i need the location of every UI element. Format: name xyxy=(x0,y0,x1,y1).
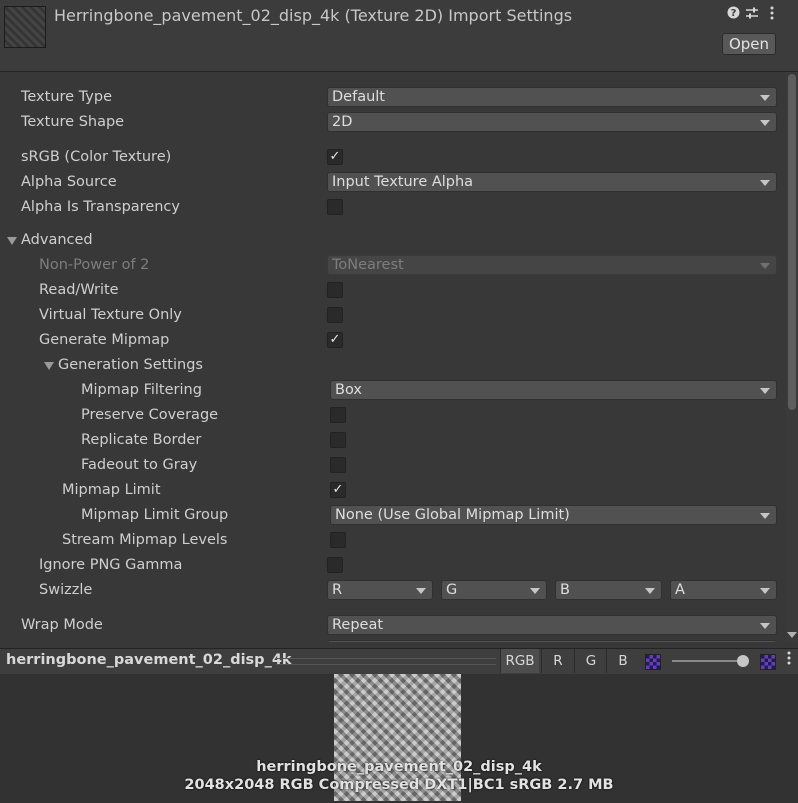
wrap-mode-dropdown[interactable]: Repeat xyxy=(327,615,777,635)
preset-sliders-icon[interactable] xyxy=(745,6,759,22)
scroll-down-arrow-icon[interactable] xyxy=(787,632,797,638)
kebab-menu-icon[interactable] xyxy=(765,6,779,22)
texture-shape-dropdown[interactable]: 2D xyxy=(327,112,777,132)
mipmap-limit-group-value: None (Use Global Mipmap Limit) xyxy=(335,507,570,523)
chevron-down-icon xyxy=(760,388,770,394)
channel-r-button[interactable]: R xyxy=(541,649,574,673)
swizzle-r-value: R xyxy=(332,582,343,598)
mipmap-filtering-label: Mipmap Filtering xyxy=(81,382,202,398)
mipmap-limit-checkbox[interactable]: ✓ xyxy=(330,482,346,498)
texture-thumbnail xyxy=(4,6,46,48)
mipmap-limit-group-dropdown[interactable]: None (Use Global Mipmap Limit) xyxy=(330,505,777,525)
chevron-down-icon xyxy=(760,95,770,101)
texture-type-value: Default xyxy=(332,89,385,105)
read-write-checkbox[interactable] xyxy=(327,282,343,298)
chevron-down-icon xyxy=(760,588,770,594)
mipmap-limit-group-label: Mipmap Limit Group xyxy=(81,507,229,523)
preview-kebab-menu-icon[interactable] xyxy=(786,651,792,669)
non-power-of-2-label: Non-Power of 2 xyxy=(39,257,150,273)
checkmark-icon: ✓ xyxy=(329,149,341,164)
advanced-foldout-label[interactable]: Advanced xyxy=(21,232,93,248)
chevron-down-icon xyxy=(645,588,655,594)
chevron-down-icon xyxy=(760,513,770,519)
preview-info-details: 2048x2048 RGB Compressed DXT1|BC1 sRGB 2… xyxy=(184,777,614,793)
help-icon[interactable]: ? xyxy=(726,6,740,22)
alpha-source-dropdown[interactable]: Input Texture Alpha xyxy=(327,172,777,192)
alpha-source-value: Input Texture Alpha xyxy=(332,174,474,190)
alpha-is-transparency-label: Alpha Is Transparency xyxy=(21,199,180,215)
scrollbar-thumb[interactable] xyxy=(788,74,796,410)
swizzle-g-value: G xyxy=(446,582,458,598)
mipmap-filtering-value: Box xyxy=(335,382,362,398)
swizzle-r-dropdown[interactable]: R xyxy=(327,580,433,600)
chevron-down-icon xyxy=(760,180,770,186)
resize-grip[interactable] xyxy=(276,658,496,665)
mip-level-slider-knob[interactable] xyxy=(737,655,749,667)
generation-settings-foldout-label[interactable]: Generation Settings xyxy=(58,357,203,373)
texture-type-label: Texture Type xyxy=(21,89,112,105)
texture-shape-value: 2D xyxy=(332,114,353,130)
ignore-png-gamma-label: Ignore PNG Gamma xyxy=(39,557,183,573)
wrap-mode-label: Wrap Mode xyxy=(21,617,103,633)
swizzle-a-dropdown[interactable]: A xyxy=(670,580,777,600)
non-power-of-2-value: ToNearest xyxy=(332,257,404,273)
swizzle-g-dropdown[interactable]: G xyxy=(441,580,547,600)
chevron-down-icon xyxy=(530,588,540,594)
preserve-coverage-checkbox[interactable] xyxy=(330,407,346,423)
advanced-foldout-arrow-icon[interactable] xyxy=(7,237,17,245)
virtual-texture-only-checkbox[interactable] xyxy=(327,307,343,323)
preview-info-name: herringbone_pavement_02_disp_4k xyxy=(256,759,542,775)
stream-mipmap-levels-checkbox[interactable] xyxy=(330,532,346,548)
swizzle-a-value: A xyxy=(675,582,685,598)
swizzle-b-value: B xyxy=(560,582,570,598)
generation-settings-foldout-arrow-icon[interactable] xyxy=(44,362,54,370)
swizzle-label: Swizzle xyxy=(39,582,93,598)
import-settings-panel: Texture Type Default Texture Shape 2D sR… xyxy=(0,72,786,642)
virtual-texture-only-label: Virtual Texture Only xyxy=(39,307,182,323)
channel-b-button[interactable]: B xyxy=(606,649,639,673)
fadeout-to-gray-label: Fadeout to Gray xyxy=(81,457,198,473)
channel-g-button[interactable]: G xyxy=(574,649,607,673)
preview-asset-name: herringbone_pavement_02_disp_4k xyxy=(6,652,292,668)
srgb-label: sRGB (Color Texture) xyxy=(21,149,172,165)
mipmap-limit-label: Mipmap Limit xyxy=(62,482,161,498)
generate-mipmap-checkbox[interactable]: ✓ xyxy=(327,332,343,348)
mip-level-slider[interactable] xyxy=(672,660,746,662)
alpha-is-transparency-checkbox[interactable] xyxy=(327,199,343,215)
mip-large-icon xyxy=(760,654,776,670)
mipmap-filtering-dropdown[interactable]: Box xyxy=(330,380,777,400)
preserve-coverage-label: Preserve Coverage xyxy=(81,407,219,423)
chevron-down-icon xyxy=(760,623,770,629)
mip-small-icon xyxy=(645,654,661,670)
non-power-of-2-dropdown: ToNearest xyxy=(327,255,777,275)
alpha-source-label: Alpha Source xyxy=(21,174,117,190)
srgb-checkbox[interactable]: ✓ xyxy=(327,149,343,165)
wrap-mode-value: Repeat xyxy=(332,617,384,633)
svg-text:?: ? xyxy=(730,8,736,19)
open-button[interactable]: Open xyxy=(722,33,776,55)
stream-mipmap-levels-label: Stream Mipmap Levels xyxy=(62,532,228,548)
texture-shape-label: Texture Shape xyxy=(21,114,125,130)
chevron-down-icon xyxy=(760,263,770,269)
replicate-border-checkbox[interactable] xyxy=(330,432,346,448)
channel-rgb-button[interactable]: RGB xyxy=(500,649,539,673)
chevron-down-icon xyxy=(760,120,770,126)
filter-mode-dropdown[interactable] xyxy=(327,640,777,642)
fadeout-to-gray-checkbox[interactable] xyxy=(330,457,346,473)
replicate-border-label: Replicate Border xyxy=(81,432,202,448)
chevron-down-icon xyxy=(416,588,426,594)
checkmark-icon: ✓ xyxy=(332,482,344,497)
texture-type-dropdown[interactable]: Default xyxy=(327,87,777,107)
inspector-title: Herringbone_pavement_02_disp_4k (Texture… xyxy=(54,6,573,25)
read-write-label: Read/Write xyxy=(39,282,119,298)
swizzle-b-dropdown[interactable]: B xyxy=(555,580,662,600)
generate-mipmap-label: Generate Mipmap xyxy=(39,332,170,348)
ignore-png-gamma-checkbox[interactable] xyxy=(327,557,343,573)
checkmark-icon: ✓ xyxy=(329,332,341,347)
